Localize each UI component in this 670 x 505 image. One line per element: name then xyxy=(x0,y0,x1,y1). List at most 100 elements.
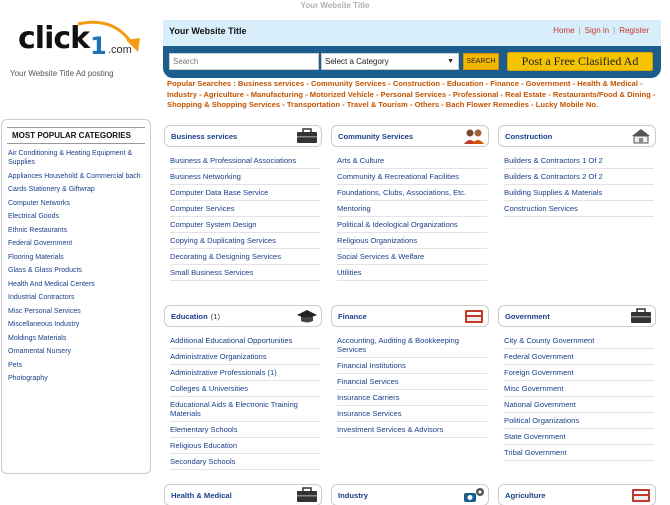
popular-search-link[interactable]: Personal Services xyxy=(381,90,446,99)
subcategory-link[interactable]: Building Supplies & Materials xyxy=(504,188,654,201)
sidebar-category-link[interactable]: Ethnic Restaurants xyxy=(8,226,150,235)
site-logo[interactable]: click 1 .com xyxy=(14,18,144,66)
subcategory-link[interactable]: Financial Services xyxy=(337,377,487,390)
popular-search-link[interactable]: Lucky Mobile No. xyxy=(536,100,598,109)
category-title[interactable]: Business services xyxy=(171,132,237,141)
search-button[interactable]: SEARCH xyxy=(463,53,499,70)
popular-search-link[interactable]: Business services xyxy=(238,79,304,88)
popular-search-link[interactable]: Real Estate xyxy=(505,90,546,99)
subcategory-link[interactable]: Elementary Schools xyxy=(170,425,320,438)
category-header[interactable]: Agriculture xyxy=(498,484,656,505)
popular-search-link[interactable]: Restaurants/Food & Dining xyxy=(553,90,651,99)
subcategory-link[interactable]: Insurance Carriers xyxy=(337,393,487,406)
subcategory-link[interactable]: Tribal Government xyxy=(504,448,654,461)
subcategory-link[interactable]: Small Business Services xyxy=(170,268,320,281)
subcategory-link[interactable]: Computer Data Base Service xyxy=(170,188,320,201)
subcategory-link[interactable]: Arts & Culture xyxy=(337,156,487,169)
category-title[interactable]: Agriculture xyxy=(505,491,546,500)
category-title[interactable]: Finance xyxy=(338,312,367,321)
subcategory-link[interactable]: City & County Government xyxy=(504,336,654,349)
sidebar-category-link[interactable]: Miscellaneous Industry xyxy=(8,320,150,329)
popular-search-link[interactable]: Education xyxy=(447,79,484,88)
subcategory-link[interactable]: Builders & Contractors 1 Of 2 xyxy=(504,156,654,169)
sidebar-category-link[interactable]: Computer Networks xyxy=(8,199,150,208)
category-header[interactable]: Community Services xyxy=(331,125,489,147)
subcategory-link[interactable]: Business Networking xyxy=(170,172,320,185)
subcategory-link[interactable]: Utilities xyxy=(337,268,487,281)
category-header[interactable]: Health & Medical xyxy=(164,484,322,505)
register-link[interactable]: Register xyxy=(619,26,649,35)
sidebar-category-link[interactable]: Electrical Goods xyxy=(8,212,150,221)
subcategory-link[interactable]: Additional Educational Opportunities xyxy=(170,336,320,349)
sidebar-category-link[interactable]: Glass & Glass Products xyxy=(8,266,150,275)
subcategory-link[interactable]: Computer System Design xyxy=(170,220,320,233)
sidebar-category-link[interactable]: Photography xyxy=(8,374,150,383)
popular-search-link[interactable]: Finance xyxy=(490,79,519,88)
popular-search-link[interactable]: Others xyxy=(415,100,439,109)
popular-search-link[interactable]: Construction xyxy=(393,79,440,88)
popular-search-link[interactable]: Community Services xyxy=(311,79,386,88)
popular-search-link[interactable]: Bach Flower Remedies xyxy=(446,100,529,109)
category-title[interactable]: Health & Medical xyxy=(171,491,232,500)
sidebar-category-link[interactable]: Misc Personal Services xyxy=(8,307,150,316)
category-title[interactable]: Construction xyxy=(505,132,552,141)
search-input[interactable] xyxy=(169,53,319,70)
home-link[interactable]: Home xyxy=(553,26,574,35)
sidebar-category-link[interactable]: Flooring Materials xyxy=(8,253,150,262)
category-select[interactable]: Select a Category ▼ xyxy=(321,53,459,70)
category-header[interactable]: Education (1) xyxy=(164,305,322,327)
subcategory-link[interactable]: Decorating & Designing Services xyxy=(170,252,320,265)
subcategory-link[interactable]: Political & Ideological Organizations xyxy=(337,220,487,233)
sidebar-category-link[interactable]: Pets xyxy=(8,361,150,370)
subcategory-link[interactable]: Community & Recreational Facilities xyxy=(337,172,487,185)
category-title[interactable]: Government xyxy=(505,312,550,321)
sidebar-category-link[interactable]: Industrial Contractors xyxy=(8,293,150,302)
subcategory-link[interactable]: Business & Professional Associations xyxy=(170,156,320,169)
sidebar-category-link[interactable]: Health And Medical Centers xyxy=(8,280,150,289)
popular-search-link[interactable]: Travel & Tourism xyxy=(347,100,408,109)
subcategory-link[interactable]: National Government xyxy=(504,400,654,413)
popular-search-link[interactable]: Manufacturing xyxy=(251,90,303,99)
subcategory-link[interactable]: Computer Services xyxy=(170,204,320,217)
subcategory-link[interactable]: Financial Institutions xyxy=(337,361,487,374)
subcategory-link[interactable]: Foundations, Clubs, Associations, Etc. xyxy=(337,188,487,201)
subcategory-link[interactable]: Accounting, Auditing & Bookkeeping Servi… xyxy=(337,336,487,358)
subcategory-link[interactable]: Religious Education xyxy=(170,441,320,454)
popular-search-link[interactable]: Health & Medical xyxy=(577,79,638,88)
subcategory-link[interactable]: Copying & Duplicating Services xyxy=(170,236,320,249)
category-header[interactable]: Finance xyxy=(331,305,489,327)
popular-search-link[interactable]: Professional xyxy=(453,90,499,99)
sidebar-category-link[interactable]: Air Conditioning & Heating Equipment & S… xyxy=(8,149,150,167)
sidebar-category-link[interactable]: Cards Stationery & Giftwrap xyxy=(8,185,150,194)
sidebar-category-link[interactable]: Federal Government xyxy=(8,239,150,248)
subcategory-link[interactable]: Insurance Services xyxy=(337,409,487,422)
subcategory-link[interactable]: Social Services & Welfare xyxy=(337,252,487,265)
sign-in-link[interactable]: Sign in xyxy=(585,26,609,35)
subcategory-link[interactable]: Colleges & Universities xyxy=(170,384,320,397)
subcategory-link[interactable]: Federal Government xyxy=(504,352,654,365)
category-header[interactable]: Business services xyxy=(164,125,322,147)
subcategory-link[interactable]: Administrative Professionals (1) xyxy=(170,368,320,381)
subcategory-link[interactable]: Educational Aids & Electronic Training M… xyxy=(170,400,320,422)
popular-search-link[interactable]: Transportation xyxy=(287,100,340,109)
subcategory-link[interactable]: Misc Government xyxy=(504,384,654,397)
category-title[interactable]: Industry xyxy=(338,491,368,500)
sidebar-category-link[interactable]: Moldings Materials xyxy=(8,334,150,343)
subcategory-link[interactable]: Political Organizations xyxy=(504,416,654,429)
popular-search-link[interactable]: Motorized Vehicle xyxy=(310,90,374,99)
popular-search-link[interactable]: Industry xyxy=(167,90,197,99)
subcategory-link[interactable]: State Government xyxy=(504,432,654,445)
popular-search-link[interactable]: Government xyxy=(526,79,571,88)
subcategory-link[interactable]: Administrative Organizations xyxy=(170,352,320,365)
category-title[interactable]: Education xyxy=(171,312,208,321)
category-title[interactable]: Community Services xyxy=(338,132,413,141)
sidebar-category-link[interactable]: Ornamental Nursery xyxy=(8,347,150,356)
popular-search-link[interactable]: Agriculture xyxy=(203,90,244,99)
category-header[interactable]: Industry xyxy=(331,484,489,505)
category-header[interactable]: Government xyxy=(498,305,656,327)
subcategory-link[interactable]: Builders & Contractors 2 Of 2 xyxy=(504,172,654,185)
sidebar-category-link[interactable]: Appliances Household & Commercial bach xyxy=(8,172,150,181)
subcategory-link[interactable]: Mentoring xyxy=(337,204,487,217)
subcategory-link[interactable]: Foreign Government xyxy=(504,368,654,381)
subcategory-link[interactable]: Investment Services & Advisors xyxy=(337,425,487,438)
